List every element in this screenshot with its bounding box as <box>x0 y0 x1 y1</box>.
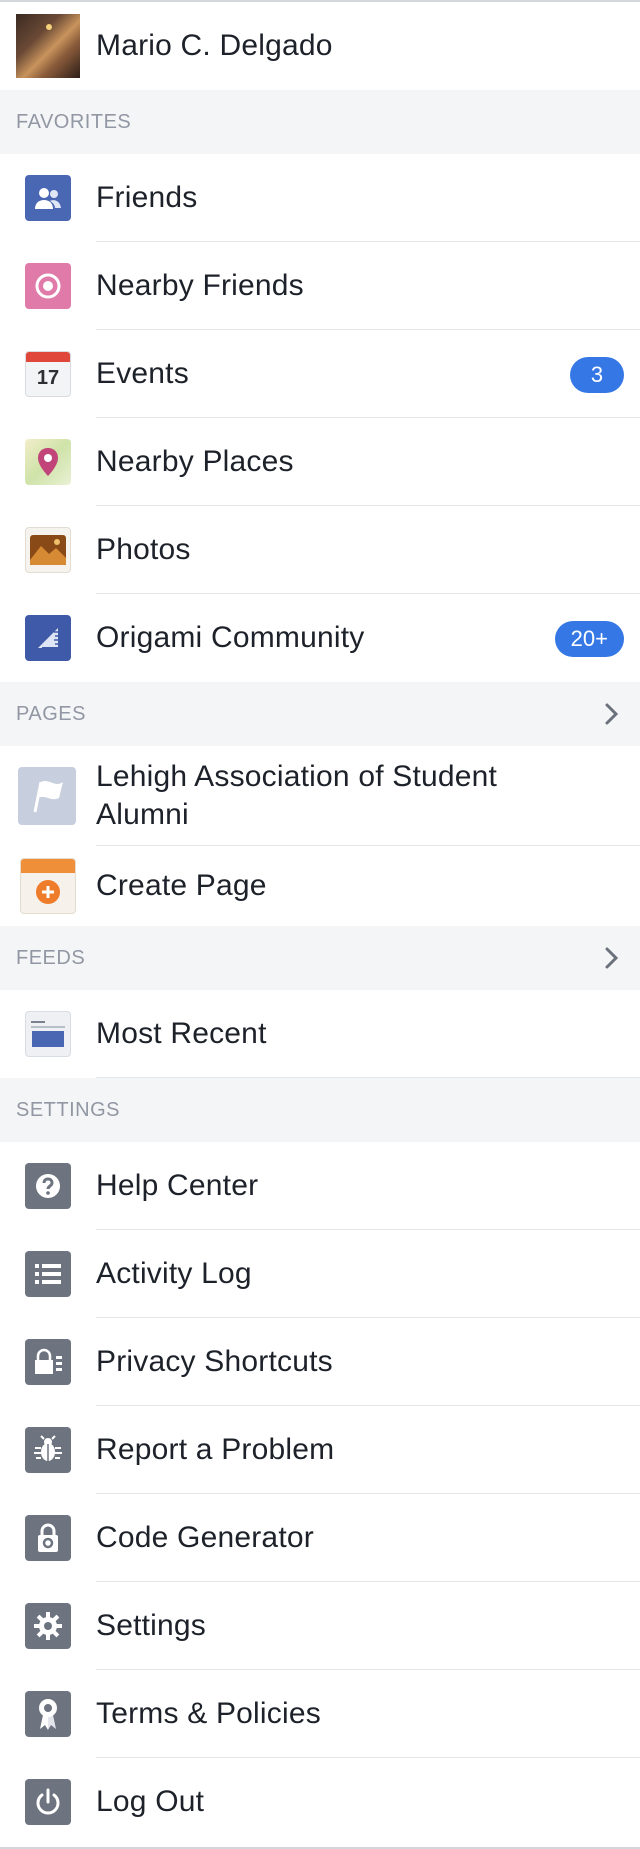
nearby-friends-icon <box>25 263 71 309</box>
menu-item-page-lehigh[interactable]: Lehigh Association of Student Alumni <box>0 746 640 846</box>
notification-badge: 3 <box>570 357 624 393</box>
menu-item-privacy-shortcuts[interactable]: Privacy Shortcuts <box>0 1318 640 1406</box>
calendar-day: 17 <box>36 367 60 389</box>
section-header-pages[interactable]: PAGES <box>0 682 640 746</box>
menu-item-photos[interactable]: Photos <box>0 506 640 594</box>
section-header-feeds[interactable]: FEEDS <box>0 926 640 990</box>
ribbon-icon <box>25 1691 71 1737</box>
menu-item-label: Report a Problem <box>96 1433 335 1466</box>
menu-item-create-page[interactable]: Create Page <box>0 846 640 926</box>
menu-item-label: Events <box>96 357 189 390</box>
flag-icon <box>18 767 76 825</box>
menu-item-terms-policies[interactable]: Terms & Policies <box>0 1670 640 1758</box>
menu-item-settings[interactable]: Settings <box>0 1582 640 1670</box>
question-icon <box>25 1163 71 1209</box>
chevron-right-icon <box>600 946 624 970</box>
menu-item-label: Origami Community <box>96 621 365 654</box>
list-icon <box>25 1251 71 1297</box>
menu-item-label: Settings <box>96 1609 206 1642</box>
menu-item-label: Privacy Shortcuts <box>96 1345 333 1378</box>
bug-icon <box>25 1427 71 1473</box>
separator <box>96 1077 640 1078</box>
group-icon <box>25 615 71 661</box>
menu-item-code-generator[interactable]: Code Generator <box>0 1494 640 1582</box>
menu-item-origami-community[interactable]: Origami Community 20+ <box>0 594 640 682</box>
create-page-icon <box>20 858 76 914</box>
menu-item-label: Activity Log <box>96 1257 252 1290</box>
section-header-favorites: FAVORITES <box>0 90 640 154</box>
menu-item-activity-log[interactable]: Activity Log <box>0 1230 640 1318</box>
profile-row[interactable]: Mario C. Delgado <box>0 2 640 90</box>
lock-icon <box>25 1339 71 1385</box>
menu-item-label: Most Recent <box>96 1017 267 1050</box>
section-title: PAGES <box>16 702 86 725</box>
menu-item-events[interactable]: 17 Events 3 <box>0 330 640 418</box>
section-header-settings: SETTINGS <box>0 1078 640 1142</box>
menu-item-log-out[interactable]: Log Out <box>0 1758 640 1846</box>
photo-icon <box>25 527 71 573</box>
map-pin-icon <box>25 439 71 485</box>
code-lock-icon <box>25 1515 71 1561</box>
gear-icon <box>25 1603 71 1649</box>
profile-name: Mario C. Delgado <box>96 29 333 62</box>
menu-item-nearby-friends[interactable]: Nearby Friends <box>0 242 640 330</box>
chevron-right-icon <box>600 702 624 726</box>
notification-badge: 20+ <box>554 621 624 657</box>
friends-icon <box>25 175 71 221</box>
menu-item-label: Lehigh Association of Student Alumni <box>96 760 498 831</box>
menu-item-label: Log Out <box>96 1785 205 1818</box>
menu-item-label: Nearby Places <box>96 445 294 478</box>
menu-item-label: Help Center <box>96 1169 259 1202</box>
menu-item-label: Photos <box>96 533 191 566</box>
menu-screen: Mario C. Delgado FAVORITES Friends Nearb… <box>0 0 640 1849</box>
menu-item-label: Terms & Policies <box>96 1697 321 1730</box>
power-icon <box>25 1779 71 1825</box>
news-feed-icon <box>25 1011 71 1057</box>
menu-item-label: Nearby Friends <box>96 269 304 302</box>
menu-item-report-problem[interactable]: Report a Problem <box>0 1406 640 1494</box>
section-title: FAVORITES <box>16 110 132 133</box>
section-title: SETTINGS <box>16 1098 121 1121</box>
menu-item-friends[interactable]: Friends <box>0 154 640 242</box>
calendar-icon: 17 <box>25 351 71 397</box>
menu-item-label: Friends <box>96 181 198 214</box>
menu-item-most-recent[interactable]: Most Recent <box>0 990 640 1078</box>
menu-item-help-center[interactable]: Help Center <box>0 1142 640 1230</box>
menu-item-label: Create Page <box>96 869 267 902</box>
section-title: FEEDS <box>16 946 86 969</box>
menu-item-label: Code Generator <box>96 1521 314 1554</box>
avatar <box>16 14 80 78</box>
menu-item-nearby-places[interactable]: Nearby Places <box>0 418 640 506</box>
